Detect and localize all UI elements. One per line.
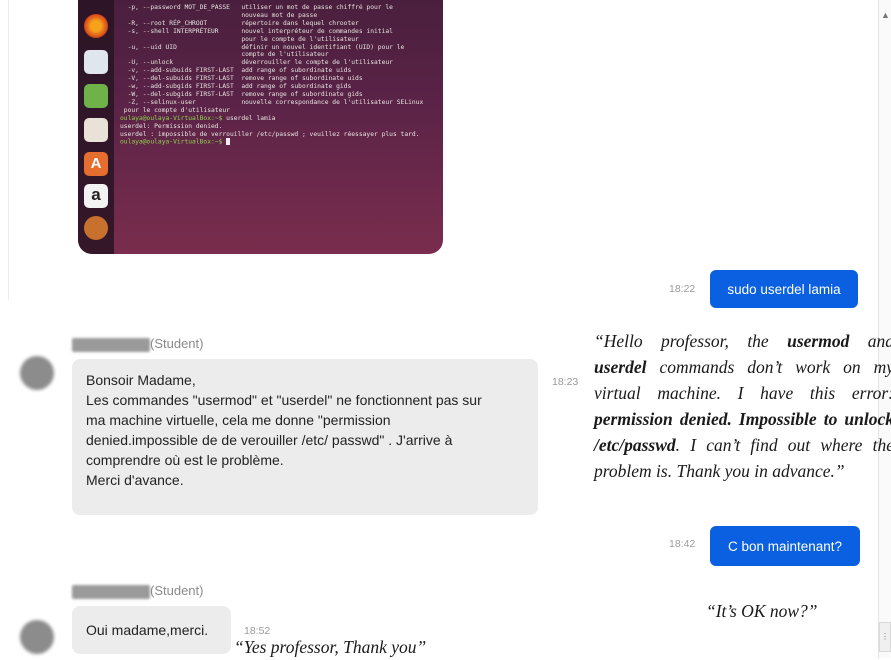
student-name-redacted — [72, 585, 150, 599]
terminal-line: -s, --shell INTERPRÉTEUR nouvel interpré… — [120, 27, 393, 35]
outgoing-message-bubble[interactable]: sudo userdel lamia — [710, 270, 858, 308]
student-name-redacted — [72, 338, 150, 352]
terminal-line: -W, --del-subgids FIRST-LAST remove rang… — [120, 90, 363, 98]
translation-annotation: “Yes professor, Thank you” — [234, 637, 427, 657]
scroll-up-icon[interactable]: ▲ — [881, 10, 890, 20]
spreadsheet-icon — [84, 84, 108, 108]
incoming-message-bubble[interactable]: Oui madame,merci. — [72, 606, 231, 654]
terminal-prompt: oulaya@oulaya-VirtualBox:~$ — [120, 114, 223, 122]
translation-annotation: “Hello professor, the usermod and userde… — [594, 331, 891, 481]
outgoing-message-bubble[interactable]: C bon maintenant? — [710, 526, 860, 566]
message-time: 18:23 — [552, 376, 579, 388]
translation-annotation: “It’s OK now?” — [706, 601, 818, 621]
document-icon — [84, 50, 108, 74]
ubuntu-launcher: A a — [78, 0, 114, 254]
student-avatar — [20, 356, 54, 390]
left-divider — [8, 0, 9, 300]
terminal-line: -U, --unlock déverrouiller le compte de … — [120, 59, 393, 67]
software-center-icon: A — [84, 152, 108, 176]
firefox-icon — [84, 14, 108, 38]
terminal-line: -Z, --selinux-user nouvelle correspondan… — [120, 98, 424, 106]
terminal-line: pour le compte d'utilisateur — [120, 106, 230, 114]
terminal-line: -V, --del-subuids FIRST-LAST remove rang… — [120, 75, 363, 83]
settings-icon — [84, 216, 108, 240]
scroll-handle[interactable]: ⋮ — [879, 622, 891, 652]
sender-role: (Student) — [150, 583, 204, 598]
terminal-line: -w, --add-subgids FIRST-LAST add range o… — [120, 83, 352, 91]
student-avatar — [20, 620, 54, 654]
terminal-line: -R, --root RÉP_CHROOT répertoire dans le… — [120, 19, 359, 27]
message-time: 18:42 — [669, 538, 696, 550]
terminal-line: pour le compte de l'utilisateur — [120, 35, 359, 43]
terminal-output: -p, --password MOT_DE_PASSE utiliser un … — [120, 4, 438, 204]
terminal-line: -v, --add-subuids FIRST-LAST add range o… — [120, 67, 352, 75]
terminal-line: -p, --password MOT_DE_PASSE utiliser un … — [120, 4, 393, 11]
terminal-photo[interactable]: A a -p, --password MOT_DE_PASSE utiliser… — [78, 0, 443, 254]
message-time: 18:22 — [669, 283, 696, 295]
amazon-icon: a — [84, 184, 108, 208]
incoming-message-bubble[interactable]: Bonsoir Madame, Les commandes "usermod" … — [72, 359, 538, 515]
terminal-cursor — [226, 138, 231, 146]
terminal-line: -u, --uid UID définir un nouvel identifi… — [120, 43, 405, 51]
sender-role: (Student) — [150, 336, 204, 351]
terminal-line: nouveau mot de passe — [120, 11, 318, 19]
presentation-icon — [84, 118, 108, 142]
